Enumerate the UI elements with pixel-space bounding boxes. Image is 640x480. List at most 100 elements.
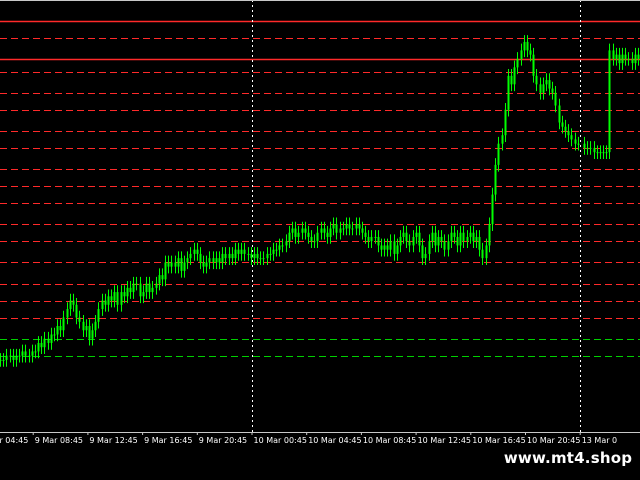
price-candle-body: [551, 88, 554, 93]
price-candle-body: [520, 50, 523, 59]
price-candle-body: [548, 80, 551, 89]
price-candle-body: [21, 351, 24, 356]
price-candle-body: [97, 309, 100, 322]
price-candle-body: [243, 249, 246, 254]
price-candle-body: [215, 258, 218, 263]
price-candle-body: [56, 326, 59, 335]
price-candle-body: [294, 228, 297, 237]
price-candle-body: [123, 292, 126, 297]
price-candle-body: [535, 75, 538, 85]
price-candle-body: [510, 75, 513, 85]
price-candle-body: [561, 122, 564, 127]
price-candle-body: [310, 236, 313, 242]
price-candle-body: [342, 228, 345, 230]
price-candle-body: [72, 300, 75, 305]
price-candle-body: [2, 359, 5, 361]
price-candle-body: [164, 262, 167, 280]
price-candle-body: [135, 283, 138, 285]
price-candle-body: [593, 147, 596, 153]
price-candle-body: [618, 54, 621, 64]
price-candle-body: [516, 58, 519, 68]
price-candle-body: [612, 50, 615, 59]
price-candle-body: [456, 236, 459, 246]
price-candle-body: [259, 258, 262, 260]
price-candle-body: [513, 67, 516, 85]
price-candle-body: [167, 262, 170, 267]
time-tick-label: 9 Mar 20:45: [199, 436, 247, 445]
price-candle-body: [501, 135, 504, 144]
price-candle-body: [180, 258, 183, 271]
price-candle-body: [364, 232, 367, 237]
price-candle-body: [78, 317, 81, 322]
price-candle-body: [262, 258, 265, 260]
price-candle-body: [82, 321, 85, 331]
price-candle-body: [532, 54, 535, 76]
price-candle-body: [224, 253, 227, 259]
price-candle-body: [558, 105, 561, 123]
price-candle-body: [288, 232, 291, 242]
price-candle-body: [250, 253, 253, 259]
price-candle-body: [529, 50, 532, 55]
price-candle-body: [205, 262, 208, 267]
price-candle-body: [634, 54, 637, 64]
price-candle-body: [567, 130, 570, 136]
price-candle-body: [139, 283, 142, 297]
time-tick-label: 9 Mar 16:45: [144, 436, 192, 445]
price-candle-body: [475, 236, 478, 242]
time-tick-label: 10 Mar 00:45: [254, 436, 307, 445]
price-candle-body: [221, 253, 224, 263]
price-candle-body: [158, 275, 161, 284]
price-candle-body: [335, 224, 338, 233]
price-candle-body: [488, 224, 491, 246]
watermark-logo: www.mt4.shop: [496, 445, 640, 471]
price-candle-body: [586, 147, 589, 149]
price-candle-body: [120, 292, 123, 305]
price-candle-body: [459, 232, 462, 246]
price-chart[interactable]: 9 Mar 04:45 9 Mar 08:45 9 Mar 12:45 9 Mar 1…: [0, 0, 640, 450]
chart-window[interactable]: 9 Mar 04:45 9 Mar 08:45 9 Mar 12:45 9 Mar 1…: [0, 0, 640, 450]
price-candle-body: [545, 80, 548, 85]
price-candle-body: [447, 241, 450, 250]
price-candle-body: [313, 241, 316, 243]
price-candle-body: [148, 283, 151, 293]
price-candle-body: [631, 58, 634, 64]
price-candle-body: [440, 236, 443, 242]
price-candle-body: [69, 300, 72, 310]
price-candle-body: [624, 54, 627, 59]
price-candle-body: [37, 342, 40, 352]
price-candle-body: [504, 109, 507, 136]
price-candle-body: [316, 232, 319, 242]
price-candle-body: [608, 50, 611, 153]
price-candle-body: [126, 287, 129, 297]
price-candle-body: [174, 262, 177, 267]
price-candle-body: [574, 139, 577, 144]
price-candle-body: [370, 236, 373, 242]
price-candle-body: [494, 164, 497, 195]
price-candle-body: [481, 249, 484, 259]
price-candle-body: [281, 245, 284, 247]
horizontal-levels: [0, 20, 640, 357]
price-candle-body: [304, 228, 307, 233]
price-candle-body: [85, 326, 88, 331]
price-candle-body: [466, 236, 469, 242]
time-tick-label: 9 Mar 08:45: [35, 436, 83, 445]
price-candle-body: [53, 334, 56, 336]
price-candle-body: [24, 351, 27, 356]
time-tick-label: 9 Mar 04:45: [0, 436, 28, 445]
price-candle-body: [450, 232, 453, 242]
price-candle-body: [40, 342, 43, 348]
price-candle-body: [605, 152, 608, 154]
price-candle-body: [107, 296, 110, 305]
price-candle-body: [478, 236, 481, 250]
price-candle-body: [247, 253, 250, 255]
price-candle-body: [253, 253, 256, 259]
price-candle-body: [202, 262, 205, 267]
price-candle-body: [596, 152, 599, 154]
price-candle-body: [9, 355, 12, 357]
price-candle-body: [301, 228, 304, 233]
price-candle-body: [399, 236, 402, 246]
price-candle-body: [91, 330, 94, 339]
price-candle-body: [94, 321, 97, 331]
price-candle-body: [428, 241, 431, 254]
price-candle-body: [491, 194, 494, 225]
